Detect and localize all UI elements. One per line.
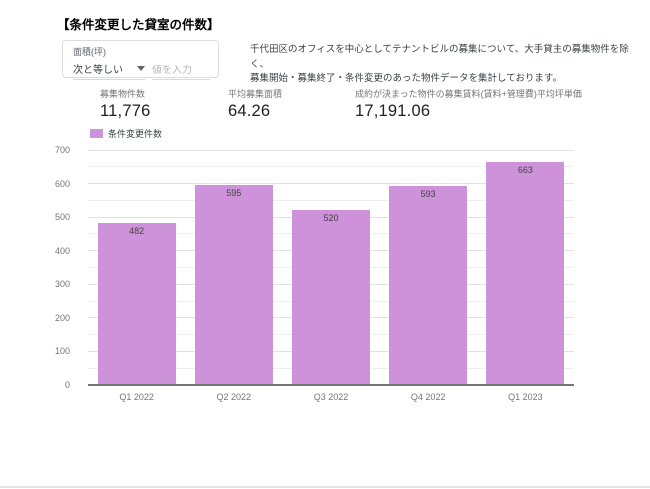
x-axis-tick-label: Q4 2022 [410,392,446,402]
bar-q1-2023[interactable] [486,162,565,385]
y-axis-tick-label: 500 [54,212,70,223]
y-axis-tick-label: 400 [54,245,70,256]
bar-value-label: 663 [517,165,533,176]
x-axis-tick-label: Q1 2022 [119,392,154,402]
bar-q4-2022[interactable] [389,185,468,385]
x-axis-line [88,384,574,386]
bar-value-label: 520 [323,213,339,224]
bar-chart: 0 100 200 300 400 500 600 700 482 Q1 2022 595 Q2 20… [0,0,650,489]
y-axis-tick-label: 100 [54,346,70,357]
y-axis-tick-label: 600 [54,178,70,189]
y-axis-tick-label: 200 [54,312,70,323]
bar-q1-2022[interactable] [97,223,176,385]
dashboard-page: 【条件変更した貸室の件数】 面積(坪) 次と等しい 千代田区のオフィスを中心とし… [0,0,650,489]
page-bottom-divider [0,486,650,488]
bar-value-label: 595 [226,188,242,199]
bar-value-label: 482 [129,226,145,237]
bar-q2-2022[interactable] [194,185,273,385]
x-axis-tick-label: Q3 2022 [313,392,349,402]
x-axis-tick-label: Q2 2022 [216,392,252,402]
bar-q3-2022[interactable] [292,210,370,385]
gridline [88,149,574,151]
x-axis-tick-label: Q1 2023 [508,392,543,402]
bar-value-label: 593 [420,188,436,199]
y-axis-tick-label: 300 [54,279,70,290]
y-axis-tick-label: 0 [64,380,70,390]
y-axis-tick-label: 700 [54,145,70,155]
